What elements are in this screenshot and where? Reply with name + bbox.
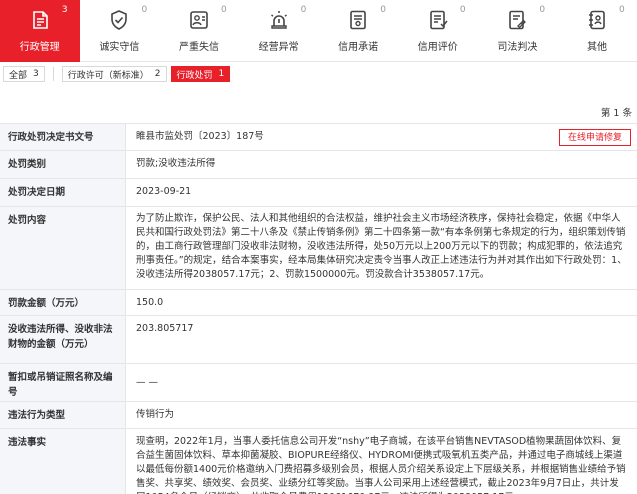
row-value: — —	[136, 376, 159, 388]
row-value: 203.805717	[136, 323, 194, 334]
category-tab-label: 经营异常	[258, 42, 299, 53]
row-fine: 罚款金额（万元） 150.0	[0, 290, 637, 316]
admin-doc-icon	[29, 9, 51, 31]
row-key: 处罚内容	[0, 207, 126, 289]
filter-admin-penalty-count: 1	[218, 69, 225, 79]
filter-admin-license[interactable]: 行政许可（新标准） 2	[61, 66, 167, 82]
person-dislike-icon	[188, 9, 210, 31]
row-value: 为了防止欺诈，保护公民、法人和其他组织的合法权益，维护社会主义市场经济秩序，保持…	[136, 213, 627, 280]
row-license: 暂扣或吊销证照名称及编号 — —	[0, 364, 637, 402]
category-tab-count: 0	[141, 5, 148, 15]
phone-book-icon	[586, 9, 608, 31]
row-category: 处罚类别 罚款;没收违法所得	[0, 151, 637, 179]
record-pager: 第 1 条	[600, 108, 632, 119]
category-tab-5[interactable]: 信用评价 0	[398, 0, 478, 62]
category-tab-count: 0	[619, 5, 625, 15]
row-key: 处罚决定日期	[0, 179, 126, 206]
category-tab-label: 严重失信	[178, 42, 219, 53]
filter-all-label: 全部	[9, 70, 28, 81]
row-value: 睢县市监处罚〔2023〕187号 在线申请修复	[126, 124, 637, 150]
filter-admin-license-count: 2	[154, 69, 161, 79]
doc-no-value: 睢县市监处罚〔2023〕187号	[136, 131, 264, 142]
row-content: 处罚内容 为了防止欺诈，保护公民、法人和其他组织的合法权益，维护社会主义市场经济…	[0, 207, 637, 290]
category-tab-label: 信用评价	[417, 42, 458, 53]
row-value: 150.0	[136, 297, 164, 308]
filter-admin-license-label: 行政许可（新标准）	[67, 70, 149, 81]
row-value: 2023-09-21	[136, 186, 192, 197]
filter-divider	[52, 67, 54, 81]
row-confiscation: 没收违法所得、没收非法财物的金额（万元） 203.805717	[0, 316, 637, 364]
category-tab-3[interactable]: 经营异常 0	[239, 0, 319, 62]
judgment-icon	[506, 9, 528, 31]
category-tab-2[interactable]: 严重失信 0	[159, 0, 239, 62]
category-tab-4[interactable]: 信用承诺 0	[318, 0, 398, 62]
category-tabs: 行政管理 3 诚实守信 0 严重失信 0 经营异常 0 信用承诺 0 信用评价 0 司法判决 0 其他 0	[0, 0, 637, 62]
filter-admin-penalty-label: 行政处罚	[176, 70, 213, 81]
filter-all-count: 3	[33, 69, 39, 79]
shield-check-icon	[108, 9, 130, 31]
row-value: 罚款;没收违法所得	[136, 158, 216, 169]
filter-admin-penalty[interactable]: 行政处罚 1	[170, 66, 231, 82]
category-tab-count: 3	[61, 5, 68, 15]
row-value: 传销行为	[136, 409, 175, 420]
category-tab-7[interactable]: 其他 0	[557, 0, 637, 62]
row-facts: 违法事实 现查明，2022年1月，当事人委托信息公司开发“nshy”电子商城，在…	[0, 429, 637, 494]
row-key: 罚款金额（万元）	[0, 290, 126, 315]
row-key: 行政处罚决定书文号	[0, 124, 126, 150]
alarm-light-icon	[268, 9, 290, 31]
category-tab-count: 0	[459, 5, 466, 15]
evaluation-icon	[427, 9, 449, 31]
contract-icon	[347, 9, 369, 31]
category-tab-0[interactable]: 行政管理 3	[0, 0, 80, 62]
category-tab-label: 司法判决	[497, 42, 538, 53]
row-key: 没收违法所得、没收非法财物的金额（万元）	[0, 316, 126, 363]
row-key: 暂扣或吊销证照名称及编号	[0, 364, 126, 401]
row-key: 违法行为类型	[0, 402, 126, 428]
category-tab-label: 行政管理	[19, 42, 60, 53]
row-doc-no: 行政处罚决定书文号 睢县市监处罚〔2023〕187号 在线申请修复	[0, 124, 637, 151]
row-key: 违法事实	[0, 429, 126, 494]
category-tab-count: 0	[539, 5, 546, 15]
row-date: 处罚决定日期 2023-09-21	[0, 179, 637, 207]
filter-all[interactable]: 全部 3	[3, 66, 45, 82]
category-tab-count: 0	[300, 5, 307, 15]
category-tab-1[interactable]: 诚实守信 0	[80, 0, 160, 62]
online-repair-button[interactable]: 在线申请修复	[558, 129, 631, 146]
category-tab-count: 0	[221, 5, 227, 15]
category-tab-6[interactable]: 司法判决 0	[478, 0, 558, 62]
filter-bar: 全部 3 行政许可（新标准） 2 行政处罚 1	[0, 66, 637, 82]
category-tab-label: 其他	[586, 42, 607, 53]
category-tab-count: 0	[380, 5, 386, 15]
category-tab-label: 诚实守信	[99, 42, 140, 53]
penalty-detail-table: 行政处罚决定书文号 睢县市监处罚〔2023〕187号 在线申请修复 处罚类别 罚…	[0, 123, 637, 494]
category-tab-label: 信用承诺	[338, 42, 379, 53]
row-violation-type: 违法行为类型 传销行为	[0, 402, 637, 429]
row-key: 处罚类别	[0, 151, 126, 178]
row-value: 现查明，2022年1月，当事人委托信息公司开发“nshy”电子商城，在该平台销售…	[136, 436, 626, 494]
